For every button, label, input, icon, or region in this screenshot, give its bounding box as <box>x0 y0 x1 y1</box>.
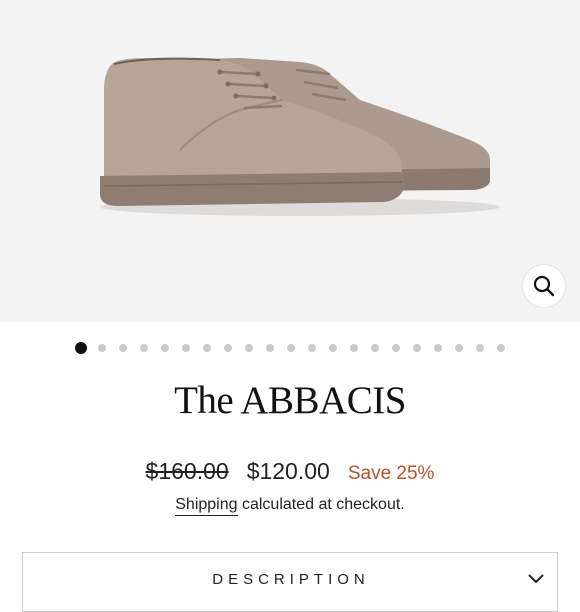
description-accordion[interactable]: DESCRIPTION <box>22 552 558 612</box>
gallery-dot[interactable] <box>413 344 421 352</box>
gallery-dot[interactable] <box>308 344 316 352</box>
product-image <box>100 57 500 216</box>
price-row: $160.00 $120.00 Save 25% <box>0 458 580 485</box>
gallery-dot[interactable] <box>455 344 463 352</box>
gallery-dot[interactable] <box>497 344 505 352</box>
sale-price: $120.00 <box>246 458 330 484</box>
front-boot-shape <box>100 57 404 206</box>
zoom-button[interactable] <box>522 264 566 308</box>
gallery-dot[interactable] <box>161 344 169 352</box>
gallery-dot[interactable] <box>203 344 211 352</box>
gallery-dot[interactable] <box>476 344 484 352</box>
gallery-dot[interactable] <box>329 344 337 352</box>
product-title: The ABBACIS <box>174 379 406 422</box>
gallery-dot[interactable] <box>98 344 106 352</box>
gallery-dot[interactable] <box>140 344 148 352</box>
search-icon <box>533 275 555 297</box>
savings-badge: Save 25% <box>347 463 435 484</box>
gallery-dot[interactable] <box>182 344 190 352</box>
gallery-pagination <box>0 341 580 355</box>
gallery-dot[interactable] <box>266 344 274 352</box>
shipping-text: calculated at checkout. <box>237 496 405 513</box>
gallery-dot[interactable] <box>434 344 442 352</box>
gallery-dot[interactable] <box>392 344 400 352</box>
gallery-dot[interactable] <box>371 344 379 352</box>
chevron-down-icon <box>528 574 544 584</box>
gallery-dot[interactable] <box>119 344 127 352</box>
gallery-dot[interactable] <box>350 344 358 352</box>
gallery-dot[interactable] <box>224 344 232 352</box>
shipping-link[interactable]: Shipping <box>175 496 238 516</box>
original-price: $160.00 <box>145 458 229 484</box>
product-image-gallery[interactable] <box>0 0 580 322</box>
gallery-dot[interactable] <box>287 344 295 352</box>
shipping-note: Shipping calculated at checkout. <box>0 496 580 516</box>
gallery-dot[interactable] <box>245 344 253 352</box>
gallery-dot[interactable] <box>75 342 87 354</box>
